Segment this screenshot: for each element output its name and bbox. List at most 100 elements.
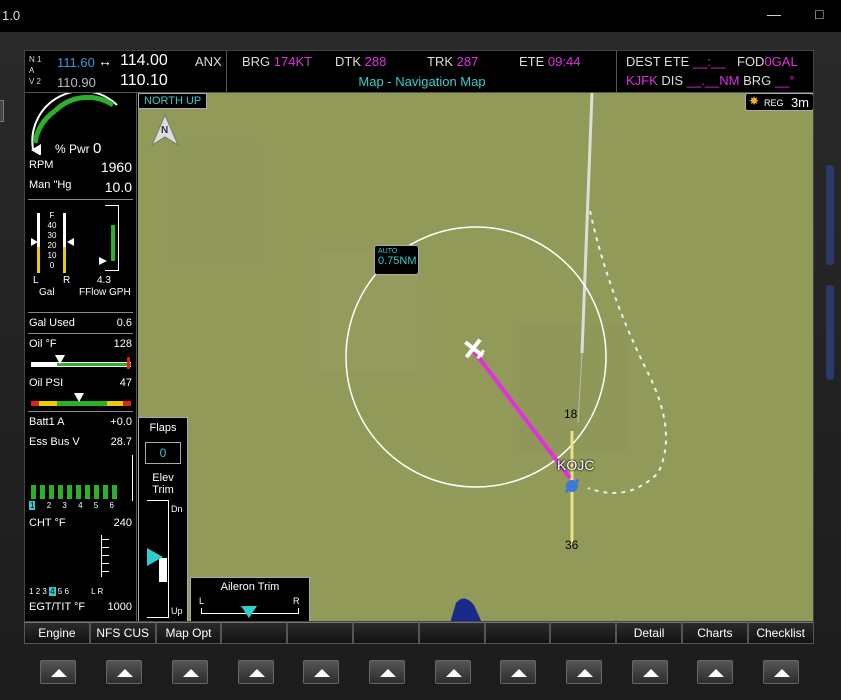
dest-brg-value: __° [774,73,795,88]
brg-value: 174KT [273,54,313,69]
nav-a-label: A [29,66,35,75]
dtk-field: DTK 288 [335,54,386,69]
orientation-button[interactable]: NORTH UP [138,93,208,109]
nav2-standby-freq[interactable]: 110.10 [120,72,168,90]
cht-cyl-6: 6 [109,501,114,510]
man-value: 10.0 [104,179,132,195]
top-status-bar: N 1 A V 2 111.60 ↔ 114.00 110.90 110.10 … [25,51,813,93]
bezel-button-1[interactable] [40,660,76,684]
trim-dn-label: Dn [171,504,183,514]
right-bezel-knob-lower[interactable] [826,285,834,380]
ete-value: 09:44 [547,54,581,69]
softkey-checklist[interactable]: Checklist [747,622,814,644]
gal-used-value: 0.6 [116,317,132,329]
bezel-button-5[interactable] [303,660,339,684]
minimize-icon[interactable]: — [767,6,781,22]
dest-brg-label: BRG [743,73,772,88]
softkey-blank-7[interactable] [418,622,485,644]
softkey-blank-6[interactable] [352,622,419,644]
north-label: N [161,125,169,136]
fuel-unit: Gal [39,287,55,298]
nav1-active-freq[interactable]: 111.60 [57,55,95,70]
bezel-button-8[interactable] [500,660,536,684]
oil-temp-value: 128 [113,338,132,350]
fuel-gauge: F 40 30 20 10 0 L R 4.3 Gal FFlow GPH [29,205,133,301]
bezel-button-10[interactable] [632,660,668,684]
ete-field: ETE 09:44 [519,54,580,69]
bezel-button-9[interactable] [566,660,602,684]
trk-value: 287 [456,54,479,69]
cht-cyl-4: 4 [78,501,83,510]
softkey-engine[interactable]: Engine [24,622,90,644]
time-label: 3m [790,95,809,110]
softkey-blank-9[interactable] [550,622,617,644]
bezel-button-3[interactable] [172,660,208,684]
softkey-blank-5[interactable] [287,622,353,644]
batt-label: Batt1 A [29,416,65,428]
softkey-detail[interactable]: Detail [616,622,682,644]
fflow-label: FFlow GPH [79,287,131,298]
left-bezel-knob[interactable] [0,100,4,122]
elev-trim-label-2: Trim [152,484,174,496]
cht-cyl-5: 5 [93,501,99,510]
ete-label: ETE [519,54,545,69]
egt-lr-label: L R [91,587,104,596]
pfd-bezel: 1.0 — □ N 1 A V 2 111.60 ↔ 114.00 110.90… [0,0,841,700]
aileron-trim-pointer-icon [241,606,257,618]
reg-label: REG [764,98,784,108]
range-mode: AUTO [378,248,398,255]
sun-icon: ✸ [749,94,760,108]
softkey-nfs-cus[interactable]: NFS CUS [89,622,156,644]
weather-status-badge: ✸ REG 3m [745,93,813,111]
egt-label: EGT/TIT °F [29,601,86,613]
trim-up-label: Up [171,606,183,616]
fflow-value: 4.3 [97,275,111,286]
cht-cyl-1: 1 [29,501,36,510]
bezel-button-6[interactable] [369,660,405,684]
fuel-right-label: R [63,275,71,286]
bezel-button-11[interactable] [697,660,733,684]
flaps-value: 0 [145,442,181,464]
nav-data-panel: BRG 174KT DTK 288 TRK 287 ETE 09:44 Map … [227,51,617,93]
nav1-standby-freq[interactable]: 114.00 [120,52,168,70]
window-title: 1.0 [2,8,21,23]
map-graphics [168,93,667,621]
navigation-map[interactable]: NORTH UP N ✸ REG 3m AUTO 0.75NM KOJC 18 … [138,93,813,621]
egt-cyl-6: 6 [64,587,69,596]
fuel-left-label: L [33,275,39,286]
cht-cyl-2: 2 [46,501,52,510]
aileron-l-label: L [199,596,205,606]
right-bezel-knob-upper[interactable] [826,165,834,265]
bezel-button-4[interactable] [238,660,274,684]
nav2-active-freq[interactable]: 110.90 [57,75,96,90]
airport-label[interactable]: KOJC [557,457,594,473]
engine-indication-strip: % Pwr 0 RPM 1960 Man "Hg 10.0 F 40 30 20 1… [25,93,137,621]
map-page-title: Map - Navigation Map [358,74,486,89]
gal-used-label: Gal Used [29,317,75,329]
maximize-icon[interactable]: □ [815,6,823,22]
cht-cyl-3: 3 [62,501,67,510]
flaps-trim-panel: Flaps 0 Elev Trim Dn Up [138,417,188,621]
pwr-label: % Pwr [55,142,90,156]
bezel-button-12[interactable] [763,660,799,684]
oil-psi-value: 47 [119,377,132,389]
fuel-scale: F 40 30 20 10 0 [45,211,59,271]
egt-cyl-5: 5 [57,587,63,596]
fuel-scale-label: 40 [47,221,57,230]
softkey-charts[interactable]: Charts [681,622,748,644]
dest-ete-label: DEST ETE [626,54,690,69]
egt-cyl-3: 3 [42,587,47,596]
bezel-button-7[interactable] [435,660,471,684]
fuel-scale-label: F [49,211,55,220]
brg-field: BRG 174KT [242,54,312,69]
softkey-map-opt[interactable]: Map Opt [155,622,222,644]
dest-ete-value: __:__ [692,54,726,69]
softkey-blank-8[interactable] [484,622,551,644]
map-range-badge[interactable]: AUTO 0.75NM [374,245,419,275]
aileron-r-label: R [293,596,300,606]
egt-bar-graph [29,533,133,583]
swap-arrow-icon[interactable]: ↔ [98,53,112,69]
bezel-button-2[interactable] [106,660,142,684]
nav-radio-panel[interactable]: N 1 A V 2 111.60 ↔ 114.00 110.90 110.10 … [25,51,227,93]
softkey-blank-4[interactable] [221,622,288,644]
